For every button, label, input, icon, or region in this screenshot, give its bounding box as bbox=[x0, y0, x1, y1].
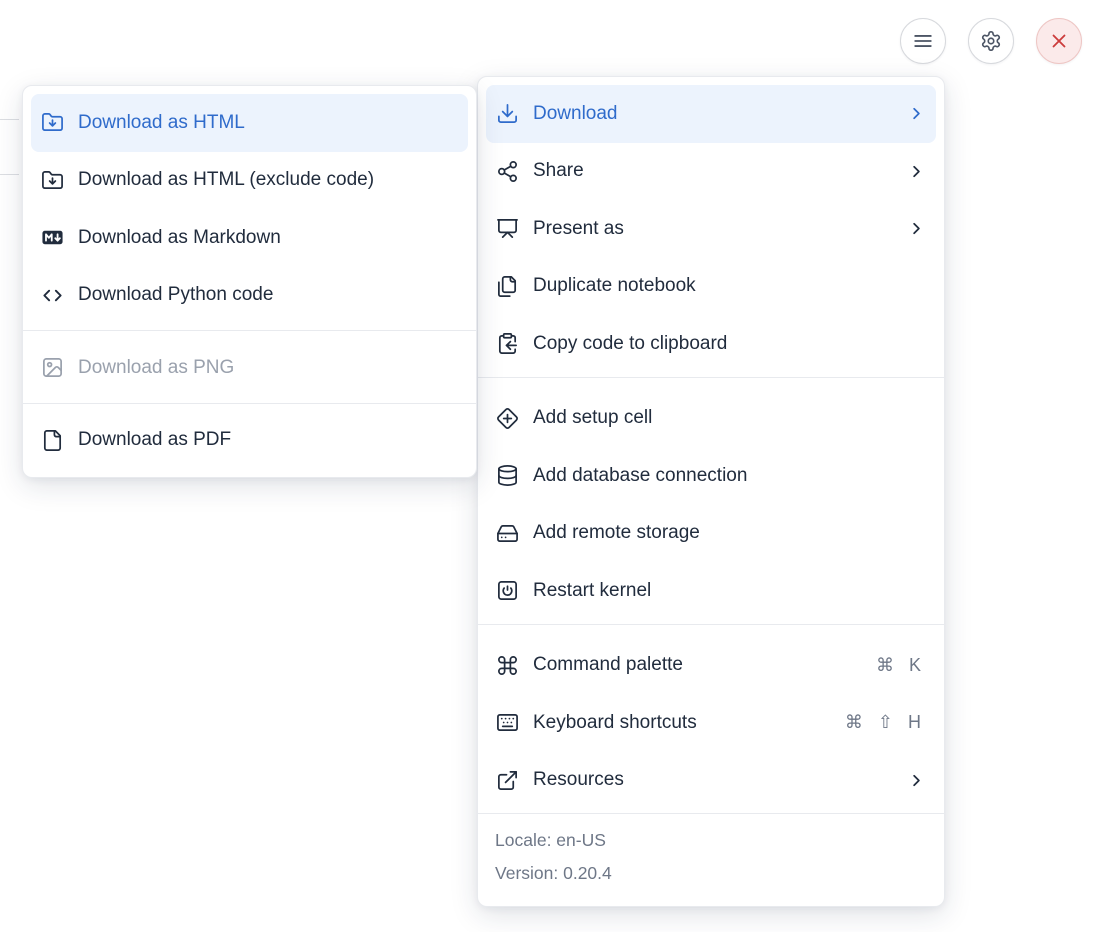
hard-drive-icon bbox=[496, 522, 519, 545]
files-icon bbox=[496, 275, 519, 298]
menu-item-copy-code[interactable]: Copy code to clipboard bbox=[486, 315, 936, 373]
image-icon bbox=[41, 356, 64, 379]
share-icon bbox=[496, 160, 519, 183]
menu-item-label: Download Python code bbox=[78, 284, 273, 306]
menu-item-duplicate-notebook[interactable]: Duplicate notebook bbox=[486, 258, 936, 316]
menu-item-label: Duplicate notebook bbox=[533, 275, 696, 297]
menu-item-label: Share bbox=[533, 160, 584, 182]
menu-item-label: Restart kernel bbox=[533, 580, 651, 602]
menu-item-command-palette[interactable]: Command palette ⌘ K bbox=[486, 637, 936, 695]
menu-item-label: Download as Markdown bbox=[78, 227, 281, 249]
square-power-icon bbox=[496, 579, 519, 602]
menu-item-label: Add remote storage bbox=[533, 522, 700, 544]
clipboard-copy-icon bbox=[496, 332, 519, 355]
download-icon bbox=[496, 102, 519, 125]
close-button[interactable] bbox=[1036, 18, 1082, 64]
chevron-right-icon bbox=[907, 219, 926, 238]
version-text: Version: 0.20.4 bbox=[495, 857, 927, 890]
chevron-right-icon bbox=[907, 771, 926, 790]
menu-item-label: Download as PNG bbox=[78, 357, 234, 379]
menu-item-add-setup-cell[interactable]: Add setup cell bbox=[486, 390, 936, 448]
menu-item-resources[interactable]: Resources bbox=[486, 752, 936, 810]
menu-separator bbox=[478, 624, 944, 625]
submenu-item-download-as-html-exclude-code[interactable]: Download as HTML (exclude code) bbox=[31, 152, 468, 210]
background-cell-border bbox=[0, 174, 19, 175]
menu-item-restart-kernel[interactable]: Restart kernel bbox=[486, 562, 936, 620]
chevron-right-icon bbox=[907, 162, 926, 181]
notebook-action-buttons bbox=[900, 18, 1082, 64]
menu-item-label: Resources bbox=[533, 769, 624, 791]
menu-item-label: Download bbox=[533, 103, 618, 125]
menu-separator bbox=[23, 330, 476, 331]
diamond-plus-icon bbox=[496, 407, 519, 430]
submenu-item-download-python-code[interactable]: Download Python code bbox=[31, 267, 468, 325]
notebook-menu: Download Share Present as Duplicate note… bbox=[477, 76, 945, 907]
code-icon bbox=[41, 284, 64, 307]
submenu-item-download-as-markdown[interactable]: Download as Markdown bbox=[31, 209, 468, 267]
folder-down-icon bbox=[41, 111, 64, 134]
menu-separator bbox=[478, 377, 944, 378]
submenu-item-download-as-html[interactable]: Download as HTML bbox=[31, 94, 468, 152]
presentation-icon bbox=[496, 217, 519, 240]
menu-item-label: Download as PDF bbox=[78, 429, 231, 451]
keyboard-shortcut-hint: ⌘ K bbox=[876, 655, 926, 676]
download-submenu: Download as HTML Download as HTML (exclu… bbox=[22, 85, 477, 478]
submenu-item-download-as-pdf[interactable]: Download as PDF bbox=[31, 412, 468, 470]
menu-button[interactable] bbox=[900, 18, 946, 64]
menu-item-label: Add setup cell bbox=[533, 407, 652, 429]
submenu-item-download-as-png[interactable]: Download as PNG bbox=[31, 339, 468, 397]
menu-item-label: Copy code to clipboard bbox=[533, 333, 727, 355]
external-link-icon bbox=[496, 769, 519, 792]
menu-item-add-database-connection[interactable]: Add database connection bbox=[486, 447, 936, 505]
menu-item-share[interactable]: Share bbox=[486, 143, 936, 201]
background-cell-border bbox=[0, 119, 19, 120]
menu-item-add-remote-storage[interactable]: Add remote storage bbox=[486, 505, 936, 563]
menu-item-download[interactable]: Download bbox=[486, 85, 936, 143]
locale-text: Locale: en-US bbox=[495, 824, 927, 857]
menu-item-label: Command palette bbox=[533, 654, 683, 676]
keyboard-icon bbox=[496, 711, 519, 734]
menu-item-label: Download as HTML bbox=[78, 112, 245, 134]
close-icon bbox=[1048, 30, 1070, 52]
folder-down-icon bbox=[41, 169, 64, 192]
command-icon bbox=[496, 654, 519, 677]
markdown-icon bbox=[41, 226, 64, 249]
menu-item-label: Add database connection bbox=[533, 465, 747, 487]
settings-button[interactable] bbox=[968, 18, 1014, 64]
menu-separator bbox=[23, 403, 476, 404]
file-icon bbox=[41, 429, 64, 452]
keyboard-shortcut-hint: ⌘ ⇧ H bbox=[845, 712, 926, 733]
menu-item-present-as[interactable]: Present as bbox=[486, 200, 936, 258]
menu-item-label: Download as HTML (exclude code) bbox=[78, 169, 374, 191]
hamburger-icon bbox=[912, 30, 934, 52]
menu-item-label: Keyboard shortcuts bbox=[533, 712, 697, 734]
menu-footer: Locale: en-US Version: 0.20.4 bbox=[478, 813, 944, 898]
chevron-right-icon bbox=[907, 104, 926, 123]
gear-icon bbox=[980, 30, 1002, 52]
menu-item-keyboard-shortcuts[interactable]: Keyboard shortcuts ⌘ ⇧ H bbox=[486, 694, 936, 752]
menu-item-label: Present as bbox=[533, 218, 624, 240]
database-icon bbox=[496, 464, 519, 487]
